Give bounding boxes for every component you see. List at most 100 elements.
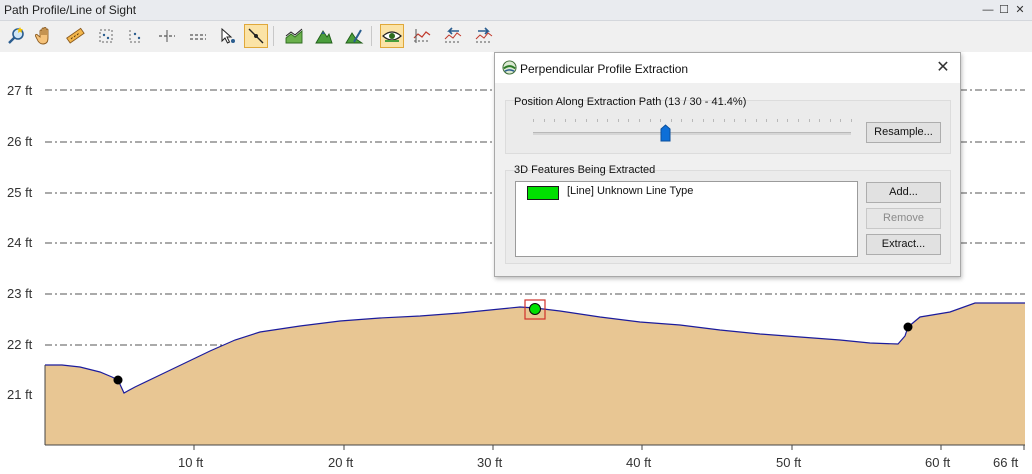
restore-button[interactable]: ☐	[996, 0, 1012, 20]
line-color-swatch	[527, 186, 559, 200]
slider-tick	[650, 119, 651, 122]
position-label: Position Along Extraction Path (13 / 30 …	[514, 96, 747, 108]
x-tick-label: 20 ft	[328, 455, 354, 470]
x-tick-label: 50 ft	[776, 455, 802, 470]
app-globe-icon	[502, 60, 517, 75]
slider-tick	[681, 119, 682, 122]
resample-button[interactable]: Resample...	[866, 122, 941, 143]
slider-tick	[597, 119, 598, 122]
slider-tick	[851, 119, 852, 122]
slider-tick	[766, 119, 767, 122]
slider-tick	[819, 119, 820, 122]
select-vertices-button[interactable]	[124, 24, 148, 48]
pan-tool-button[interactable]	[33, 24, 57, 48]
pan-hand-icon	[35, 27, 49, 45]
profile-vertex-marker[interactable]	[113, 375, 123, 385]
select-points-button[interactable]	[94, 24, 118, 48]
slider-tick	[544, 119, 545, 122]
y-tick-label: 22 ft	[7, 337, 33, 352]
terrain-peak-icon	[315, 30, 333, 44]
extracted-feature-point[interactable]	[529, 303, 541, 315]
x-tick-label: 30 ft	[477, 455, 503, 470]
profile-back-button[interactable]	[441, 24, 465, 48]
dialog-title: Perpendicular Profile Extraction	[520, 62, 689, 76]
x-tick-label: 10 ft	[178, 455, 204, 470]
close-window-button[interactable]: ✕	[1012, 0, 1028, 20]
y-tick-label: 26 ft	[7, 134, 33, 149]
slider-tick	[607, 119, 608, 122]
dialog-close-button[interactable]: ✕	[932, 57, 954, 79]
slider-tick	[840, 119, 841, 122]
slider-tick	[745, 119, 746, 122]
view-eye-icon	[382, 31, 402, 42]
list-item-label: [Line] Unknown Line Type	[567, 185, 694, 197]
features-list[interactable]: [Line] Unknown Line Type	[515, 181, 858, 257]
slider-tick	[639, 119, 640, 122]
toolbar-separator	[371, 26, 372, 46]
zoom-tool-icon	[8, 27, 24, 44]
select-vertices-icon	[129, 30, 142, 43]
slider-tick	[618, 119, 619, 122]
slider-tick	[830, 119, 831, 122]
profile-chart-button[interactable]	[410, 24, 434, 48]
add-button[interactable]: Add...	[866, 182, 941, 203]
slider-tick	[798, 119, 799, 122]
terrain-peak-button[interactable]	[312, 24, 336, 48]
horizontal-line-icon	[159, 30, 175, 42]
profile-chart-icon	[413, 29, 431, 43]
dialog-title-bar: Perpendicular Profile Extraction ✕	[495, 53, 960, 83]
y-tick-label: 21 ft	[7, 387, 33, 402]
x-tick-label: 40 ft	[626, 455, 652, 470]
horizontal-dashed-line-icon	[190, 34, 206, 40]
profile-vertex-marker[interactable]	[903, 322, 913, 332]
terrain-edit-icon	[345, 29, 364, 44]
slider-tick	[724, 119, 725, 122]
select-arrow-icon	[221, 27, 235, 44]
extract-button[interactable]: Extract...	[866, 234, 941, 255]
horizontal-line-button[interactable]	[155, 24, 179, 48]
slider-tick	[660, 119, 661, 122]
y-tick-label: 24 ft	[7, 235, 33, 250]
view-eye-button[interactable]	[380, 24, 404, 48]
slider-tick	[703, 119, 704, 122]
slider-tick	[692, 119, 693, 122]
slider-track	[533, 132, 851, 135]
slider-tick	[713, 119, 714, 122]
slider-tick	[787, 119, 788, 122]
window-title: Path Profile/Line of Sight	[4, 3, 137, 17]
toolbar-separator	[273, 26, 274, 46]
terrain-line-button[interactable]	[282, 24, 306, 48]
slider-tick	[777, 119, 778, 122]
slider-tick	[756, 119, 757, 122]
perpendicular-profile-button[interactable]	[244, 24, 268, 48]
horizontal-dashed-line-button[interactable]	[186, 24, 210, 48]
slider-tick	[575, 119, 576, 122]
perpendicular-profile-icon	[248, 28, 264, 44]
slider-tick	[628, 119, 629, 122]
select-arrow-button[interactable]	[216, 24, 240, 48]
slider-thumb[interactable]	[660, 124, 671, 142]
minimize-button[interactable]: —	[980, 0, 996, 20]
profile-forward-button[interactable]	[472, 24, 496, 48]
profile-back-icon	[444, 27, 462, 43]
perpendicular-profile-dialog: Perpendicular Profile Extraction ✕ Posit…	[494, 52, 961, 277]
slider-tick	[809, 119, 810, 122]
y-tick-label: 27 ft	[7, 83, 33, 98]
terrain-fill	[45, 303, 1025, 445]
slider-tick	[533, 119, 534, 122]
zoom-tool-button[interactable]	[5, 24, 29, 48]
terrain-line-icon	[285, 28, 303, 44]
select-points-icon	[99, 29, 113, 43]
terrain-edit-button[interactable]	[342, 24, 366, 48]
remove-button[interactable]: Remove	[866, 208, 941, 229]
window-controls: — ☐ ✕	[980, 0, 1028, 20]
features-label: 3D Features Being Extracted	[514, 164, 656, 176]
slider-tick	[671, 119, 672, 122]
x-tick-label: 66 ft	[993, 455, 1019, 470]
measure-tool-button[interactable]	[63, 24, 87, 48]
x-tick-label: 60 ft	[925, 455, 951, 470]
slider-tick	[565, 119, 566, 122]
x-axis-ticks	[193, 445, 1025, 450]
slider-tick	[734, 119, 735, 122]
toolbar	[0, 21, 1032, 52]
